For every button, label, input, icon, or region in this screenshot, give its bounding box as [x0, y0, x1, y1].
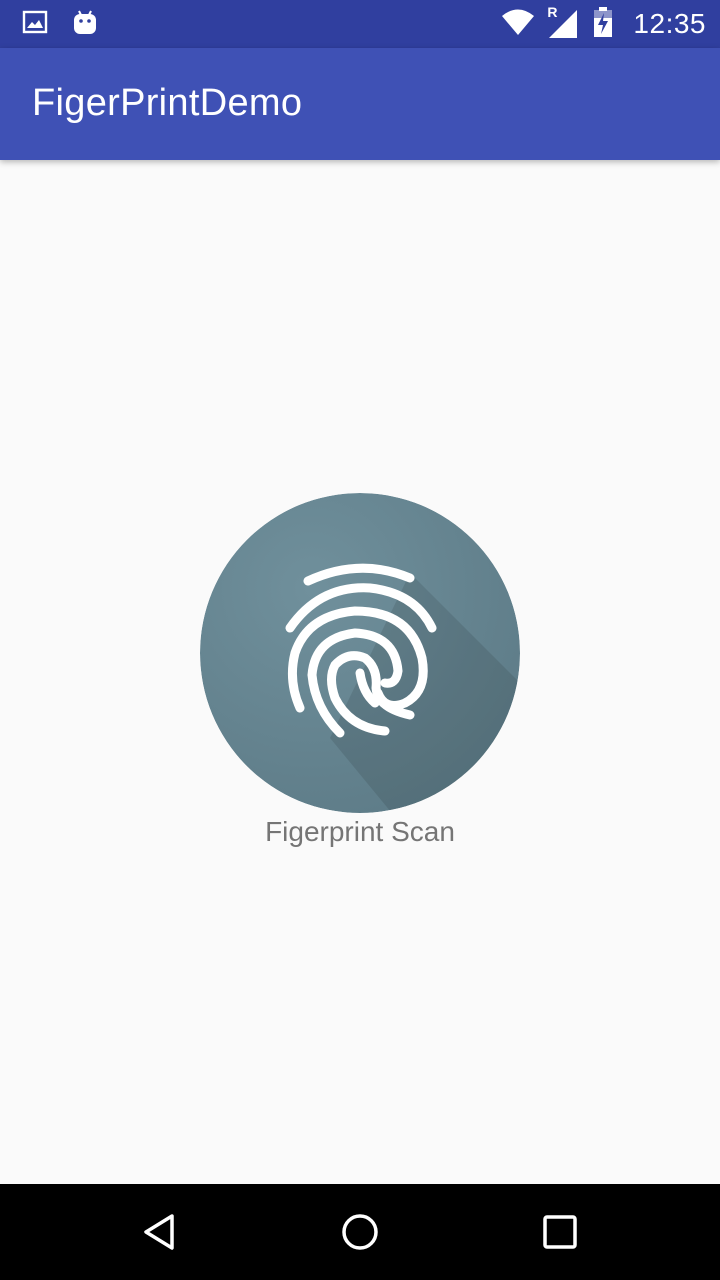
app-bar: FigerPrintDemo — [0, 48, 720, 160]
battery-charging-icon — [593, 6, 613, 43]
home-icon — [342, 1214, 378, 1250]
main-content: Figerprint Scan — [0, 160, 720, 1184]
signal-roaming-icon: R — [547, 4, 581, 40]
android-debug-icon — [72, 8, 98, 41]
app-title: FigerPrintDemo — [32, 82, 303, 124]
image-notification-icon — [22, 9, 48, 40]
recents-button[interactable] — [532, 1204, 588, 1260]
fingerprint-icon — [200, 493, 520, 813]
status-bar: R 12:35 — [0, 0, 720, 48]
clock: 12:35 — [633, 8, 706, 39]
wifi-icon — [501, 8, 535, 41]
back-button[interactable] — [132, 1204, 188, 1260]
scan-label: Figerprint Scan — [265, 816, 455, 847]
back-icon — [144, 1214, 174, 1250]
roaming-label: R — [547, 4, 558, 20]
fingerprint-scan-button[interactable] — [200, 493, 520, 813]
navigation-bar — [0, 1184, 720, 1280]
recents-icon — [543, 1215, 577, 1249]
home-button[interactable] — [332, 1204, 388, 1260]
